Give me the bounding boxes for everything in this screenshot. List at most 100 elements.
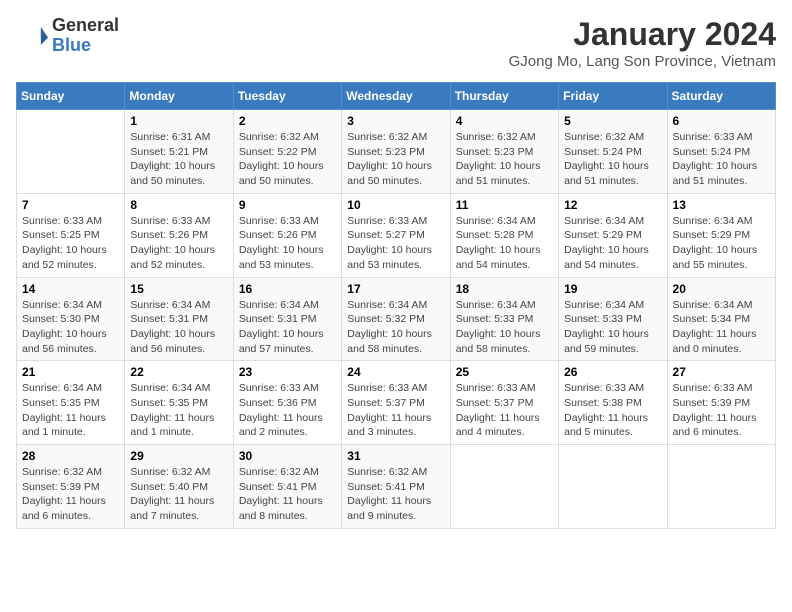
- day-number: 14: [22, 282, 119, 296]
- day-number: 12: [564, 198, 661, 212]
- calendar-cell: 7 Sunrise: 6:33 AMSunset: 5:25 PMDaylight…: [17, 193, 125, 277]
- logo-text: General Blue: [52, 16, 119, 56]
- day-number: 19: [564, 282, 661, 296]
- logo-icon: [16, 20, 48, 52]
- calendar-cell: 23 Sunrise: 6:33 AMSunset: 5:36 PMDayligh…: [233, 361, 341, 445]
- day-info: Sunrise: 6:34 AMSunset: 5:31 PMDaylight:…: [239, 298, 336, 357]
- logo: General Blue: [16, 16, 119, 56]
- header-row: SundayMondayTuesdayWednesdayThursdayFrid…: [17, 83, 776, 110]
- day-info: Sunrise: 6:32 AMSunset: 5:40 PMDaylight:…: [130, 465, 227, 524]
- day-number: 13: [673, 198, 770, 212]
- header-cell-sunday: Sunday: [17, 83, 125, 110]
- day-info: Sunrise: 6:33 AMSunset: 5:26 PMDaylight:…: [130, 214, 227, 273]
- header-cell-tuesday: Tuesday: [233, 83, 341, 110]
- calendar-cell: 24Sunrise: 6:33 AMSunset: 5:37 PMDayligh…: [342, 361, 450, 445]
- day-info: Sunrise: 6:34 AMSunset: 5:32 PMDaylight:…: [347, 298, 444, 357]
- calendar-week-2: 7 Sunrise: 6:33 AMSunset: 5:25 PMDaylight…: [17, 193, 776, 277]
- day-number: 6: [673, 114, 770, 128]
- location-subtitle: GJong Mo, Lang Son Province, Vietnam: [509, 53, 776, 70]
- calendar-cell: 13 Sunrise: 6:34 AMSunset: 5:29 PMDayligh…: [667, 193, 775, 277]
- day-number: 15: [130, 282, 227, 296]
- day-info: Sunrise: 6:32 AMSunset: 5:22 PMDaylight:…: [239, 130, 336, 189]
- day-info: Sunrise: 6:34 AMSunset: 5:35 PMDaylight:…: [22, 381, 119, 440]
- calendar-cell: 9Sunrise: 6:33 AMSunset: 5:26 PMDaylight…: [233, 193, 341, 277]
- calendar-cell: 2 Sunrise: 6:32 AMSunset: 5:22 PMDaylight…: [233, 110, 341, 194]
- calendar-body: 1 Sunrise: 6:31 AMSunset: 5:21 PMDaylight…: [17, 110, 776, 529]
- calendar-cell: 30 Sunrise: 6:32 AMSunset: 5:41 PMDayligh…: [233, 445, 341, 529]
- calendar-cell: 1 Sunrise: 6:31 AMSunset: 5:21 PMDaylight…: [125, 110, 233, 194]
- calendar-cell: 17Sunrise: 6:34 AMSunset: 5:32 PMDayligh…: [342, 277, 450, 361]
- calendar-cell: 26 Sunrise: 6:33 AMSunset: 5:38 PMDayligh…: [559, 361, 667, 445]
- day-info: Sunrise: 6:33 AMSunset: 5:39 PMDaylight:…: [673, 381, 770, 440]
- day-info: Sunrise: 6:32 AMSunset: 5:24 PMDaylight:…: [564, 130, 661, 189]
- day-info: Sunrise: 6:34 AMSunset: 5:31 PMDaylight:…: [130, 298, 227, 357]
- day-number: 25: [456, 365, 553, 379]
- calendar-cell: 6 Sunrise: 6:33 AMSunset: 5:24 PMDaylight…: [667, 110, 775, 194]
- day-info: Sunrise: 6:33 AMSunset: 5:25 PMDaylight:…: [22, 214, 119, 273]
- day-number: 5: [564, 114, 661, 128]
- calendar-cell: 28 Sunrise: 6:32 AMSunset: 5:39 PMDayligh…: [17, 445, 125, 529]
- day-number: 21: [22, 365, 119, 379]
- day-info: Sunrise: 6:34 AMSunset: 5:33 PMDaylight:…: [564, 298, 661, 357]
- day-info: Sunrise: 6:33 AMSunset: 5:38 PMDaylight:…: [564, 381, 661, 440]
- day-info: Sunrise: 6:34 AMSunset: 5:34 PMDaylight:…: [673, 298, 770, 357]
- calendar-cell: 16 Sunrise: 6:34 AMSunset: 5:31 PMDayligh…: [233, 277, 341, 361]
- header-cell-thursday: Thursday: [450, 83, 558, 110]
- day-info: Sunrise: 6:33 AMSunset: 5:36 PMDaylight:…: [239, 381, 336, 440]
- day-number: 1: [130, 114, 227, 128]
- calendar-cell: [667, 445, 775, 529]
- day-info: Sunrise: 6:34 AMSunset: 5:29 PMDaylight:…: [673, 214, 770, 273]
- day-number: 23: [239, 365, 336, 379]
- header-cell-wednesday: Wednesday: [342, 83, 450, 110]
- calendar-cell: 18 Sunrise: 6:34 AMSunset: 5:33 PMDayligh…: [450, 277, 558, 361]
- calendar-table: SundayMondayTuesdayWednesdayThursdayFrid…: [16, 82, 776, 529]
- calendar-cell: 3Sunrise: 6:32 AMSunset: 5:23 PMDaylight…: [342, 110, 450, 194]
- day-info: Sunrise: 6:34 AMSunset: 5:29 PMDaylight:…: [564, 214, 661, 273]
- calendar-cell: 15 Sunrise: 6:34 AMSunset: 5:31 PMDayligh…: [125, 277, 233, 361]
- day-info: Sunrise: 6:33 AMSunset: 5:24 PMDaylight:…: [673, 130, 770, 189]
- day-info: Sunrise: 6:32 AMSunset: 5:41 PMDaylight:…: [347, 465, 444, 524]
- day-info: Sunrise: 6:32 AMSunset: 5:39 PMDaylight:…: [22, 465, 119, 524]
- calendar-week-5: 28 Sunrise: 6:32 AMSunset: 5:39 PMDayligh…: [17, 445, 776, 529]
- day-info: Sunrise: 6:32 AMSunset: 5:23 PMDaylight:…: [347, 130, 444, 189]
- calendar-cell: 20 Sunrise: 6:34 AMSunset: 5:34 PMDayligh…: [667, 277, 775, 361]
- calendar-cell: [450, 445, 558, 529]
- calendar-week-4: 21 Sunrise: 6:34 AMSunset: 5:35 PMDayligh…: [17, 361, 776, 445]
- day-number: 8: [130, 198, 227, 212]
- day-number: 30: [239, 449, 336, 463]
- day-number: 27: [673, 365, 770, 379]
- day-number: 11: [456, 198, 553, 212]
- calendar-cell: [559, 445, 667, 529]
- calendar-cell: 5 Sunrise: 6:32 AMSunset: 5:24 PMDaylight…: [559, 110, 667, 194]
- calendar-cell: 19 Sunrise: 6:34 AMSunset: 5:33 PMDayligh…: [559, 277, 667, 361]
- calendar-cell: [17, 110, 125, 194]
- day-info: Sunrise: 6:34 AMSunset: 5:30 PMDaylight:…: [22, 298, 119, 357]
- day-number: 26: [564, 365, 661, 379]
- day-info: Sunrise: 6:33 AMSunset: 5:37 PMDaylight:…: [456, 381, 553, 440]
- day-number: 10: [347, 198, 444, 212]
- calendar-header: SundayMondayTuesdayWednesdayThursdayFrid…: [17, 83, 776, 110]
- calendar-cell: 12 Sunrise: 6:34 AMSunset: 5:29 PMDayligh…: [559, 193, 667, 277]
- title-block: January 2024 GJong Mo, Lang Son Province…: [509, 16, 776, 70]
- header-cell-monday: Monday: [125, 83, 233, 110]
- day-info: Sunrise: 6:32 AMSunset: 5:23 PMDaylight:…: [456, 130, 553, 189]
- day-number: 29: [130, 449, 227, 463]
- calendar-cell: 11Sunrise: 6:34 AMSunset: 5:28 PMDayligh…: [450, 193, 558, 277]
- day-number: 9: [239, 198, 336, 212]
- day-info: Sunrise: 6:32 AMSunset: 5:41 PMDaylight:…: [239, 465, 336, 524]
- day-number: 4: [456, 114, 553, 128]
- calendar-week-3: 14 Sunrise: 6:34 AMSunset: 5:30 PMDayligh…: [17, 277, 776, 361]
- day-number: 20: [673, 282, 770, 296]
- day-info: Sunrise: 6:34 AMSunset: 5:33 PMDaylight:…: [456, 298, 553, 357]
- day-number: 2: [239, 114, 336, 128]
- day-number: 16: [239, 282, 336, 296]
- header-cell-friday: Friday: [559, 83, 667, 110]
- month-year-title: January 2024: [509, 16, 776, 53]
- day-number: 18: [456, 282, 553, 296]
- day-info: Sunrise: 6:34 AMSunset: 5:35 PMDaylight:…: [130, 381, 227, 440]
- day-number: 7: [22, 198, 119, 212]
- calendar-cell: 14 Sunrise: 6:34 AMSunset: 5:30 PMDayligh…: [17, 277, 125, 361]
- day-info: Sunrise: 6:31 AMSunset: 5:21 PMDaylight:…: [130, 130, 227, 189]
- day-number: 28: [22, 449, 119, 463]
- calendar-week-1: 1 Sunrise: 6:31 AMSunset: 5:21 PMDaylight…: [17, 110, 776, 194]
